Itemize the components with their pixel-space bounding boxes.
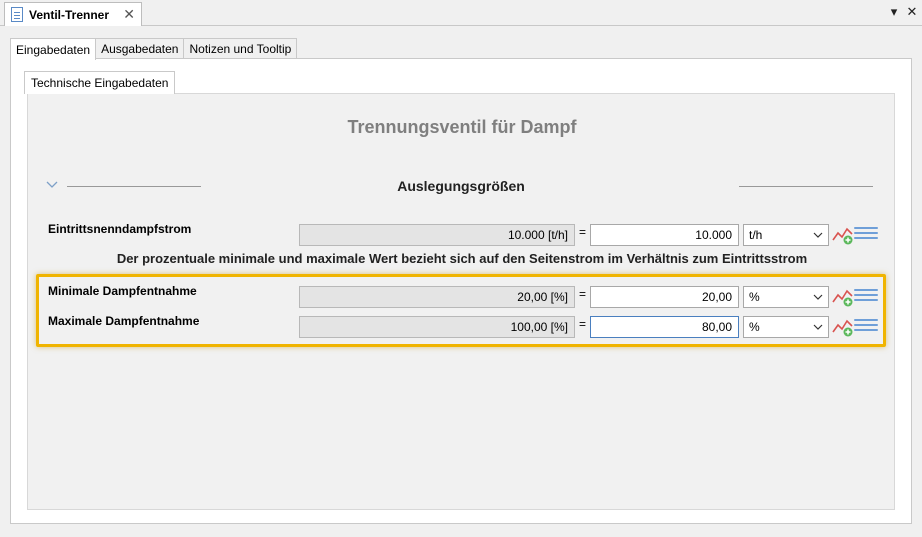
view-menu-icon[interactable]: ▾ — [888, 4, 900, 20]
value-input[interactable] — [590, 286, 739, 308]
row-label: Minimale Dampfentnahme — [48, 284, 197, 298]
close-view-icon[interactable]: ✕ — [906, 4, 918, 20]
computed-value-field: 100,00 [%] — [299, 316, 575, 338]
unit-select-value: t/h — [749, 228, 763, 242]
list-icon[interactable] — [854, 319, 878, 335]
row-label: Maximale Dampfentnahme — [48, 314, 200, 328]
section-divider-right — [739, 186, 873, 187]
list-icon[interactable] — [854, 289, 878, 305]
computed-value-field: 10.000 [t/h] — [299, 224, 575, 246]
tab-ausgabedaten[interactable]: Ausgabedaten — [95, 38, 185, 59]
editor-tab-title: Ventil-Trenner — [29, 7, 110, 22]
close-tab-icon[interactable]: ✕ — [123, 6, 135, 22]
subtab-technische-eingabedaten[interactable]: Technische Eingabedaten — [24, 71, 176, 94]
tab-notizen-tooltip[interactable]: Notizen und Tooltip — [183, 38, 298, 59]
editor-tabbar: Ventil-Trenner ✕ ▾ ✕ — [0, 0, 922, 26]
equals-sign: = — [579, 225, 587, 239]
form-title: Trennungsventil für Dampf — [347, 117, 577, 137]
tab-eingabedaten[interactable]: Eingabedaten — [10, 38, 97, 60]
chevron-down-icon — [813, 232, 823, 238]
computed-value-field: 20,00 [%] — [299, 286, 575, 308]
unit-select[interactable]: % — [743, 286, 829, 308]
chart-add-icon[interactable] — [832, 225, 854, 245]
chart-add-icon[interactable] — [832, 287, 854, 307]
unit-select[interactable]: % — [743, 316, 829, 338]
editor-tab-ventil-trenner[interactable]: Ventil-Trenner ✕ — [4, 2, 142, 26]
row-label: Eintrittsnenndampfstrom — [48, 222, 192, 236]
equals-sign: = — [579, 317, 587, 331]
row-minimale-dampfentnahme: Minimale Dampfentnahme 20,00 [%] = % — [48, 284, 878, 310]
unit-select-value: % — [749, 290, 760, 304]
equals-sign: = — [579, 287, 587, 301]
chevron-down-icon — [813, 324, 823, 330]
value-input[interactable] — [590, 224, 739, 246]
chart-add-icon[interactable] — [832, 317, 854, 337]
info-text: Der prozentuale minimale und maximale We… — [116, 251, 808, 266]
row-eintrittsnenndampfstrom: Eintrittsnenndampfstrom 10.000 [t/h] = t… — [48, 222, 878, 248]
value-input[interactable] — [590, 316, 739, 338]
form-panel: Trennungsventil für Dampf Auslegungsgröß… — [27, 93, 895, 510]
row-maximale-dampfentnahme: Maximale Dampfentnahme 100,00 [%] = % — [48, 314, 878, 340]
unit-select-value: % — [749, 320, 760, 334]
chevron-down-icon — [813, 294, 823, 300]
window-controls: ▾ ✕ — [888, 4, 918, 20]
document-icon — [11, 7, 23, 22]
list-icon[interactable] — [854, 227, 878, 243]
section-header: Auslegungsgrößen — [45, 178, 877, 198]
unit-select[interactable]: t/h — [743, 224, 829, 246]
input-tabs: Eingabedaten Ausgabedaten Notizen und To… — [10, 38, 298, 60]
